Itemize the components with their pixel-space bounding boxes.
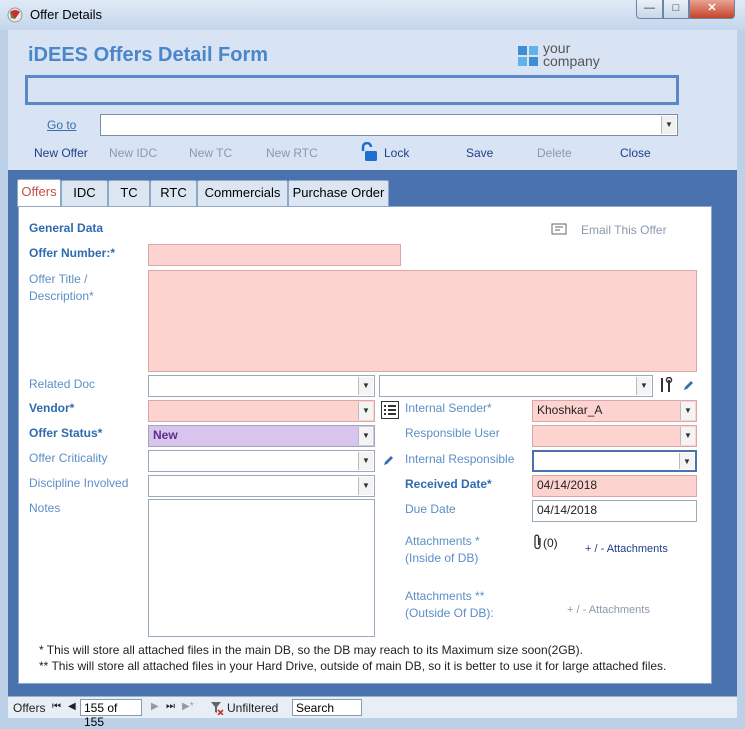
- internal-sender-label: Internal Sender*: [405, 401, 492, 415]
- footnote-1: * This will store all attached files in …: [39, 643, 583, 657]
- vendor-combobox[interactable]: ▼: [148, 400, 375, 422]
- prev-record-icon[interactable]: ◀: [68, 701, 76, 712]
- last-record-icon[interactable]: ⏭: [166, 701, 175, 712]
- related-doc-2-combobox[interactable]: ▼: [379, 375, 653, 397]
- chevron-down-icon[interactable]: ▼: [680, 402, 695, 420]
- due-date-label: Due Date: [405, 502, 456, 516]
- tab-commercials[interactable]: Commercials: [197, 180, 288, 206]
- offer-criticality-combobox[interactable]: ▼: [148, 450, 375, 472]
- discipline-combobox[interactable]: ▼: [148, 475, 375, 497]
- minimize-button[interactable]: —: [636, 0, 663, 19]
- attach-outside-link[interactable]: + / - Attachments: [567, 604, 650, 616]
- related-doc-combobox[interactable]: ▼: [148, 375, 375, 397]
- footnote-2: ** This will store all attached files in…: [39, 659, 667, 673]
- goto-combobox[interactable]: ▼: [100, 114, 678, 136]
- attach-inside-label-2: (Inside of DB): [405, 551, 479, 565]
- offer-number-label: Offer Number:*: [29, 246, 116, 260]
- received-date-label: Received Date*: [405, 477, 492, 491]
- first-record-icon[interactable]: ⏮: [52, 701, 61, 712]
- email-icon[interactable]: [551, 223, 567, 235]
- new-idc-button[interactable]: New IDC: [109, 146, 157, 160]
- general-data-heading: General Data: [29, 221, 104, 235]
- company-logo: your company: [518, 41, 628, 74]
- new-tc-button[interactable]: New TC: [189, 146, 232, 160]
- notes-field[interactable]: [148, 499, 375, 637]
- discipline-label: Discipline Involved: [29, 476, 129, 490]
- form-frame: iDEES Offers Detail Form your company Go …: [8, 30, 737, 718]
- offer-title-label-1: Offer Title /: [29, 272, 88, 286]
- internal-sender-value: Khoshkar_A: [537, 403, 603, 417]
- vendor-label: Vendor*: [29, 401, 75, 415]
- attach-outside-label-1: Attachments **: [405, 589, 485, 603]
- form-title: iDEES Offers Detail Form: [28, 44, 269, 66]
- lock-button[interactable]: Lock: [384, 146, 409, 160]
- received-date-field[interactable]: 04/14/2018: [532, 475, 697, 497]
- save-button[interactable]: Save: [466, 146, 493, 160]
- email-offer-link[interactable]: Email This Offer: [581, 223, 667, 237]
- chevron-down-icon[interactable]: ▼: [358, 377, 373, 395]
- internal-responsible-label: Internal Responsible: [405, 452, 515, 466]
- due-date-field[interactable]: 04/14/2018: [532, 500, 697, 522]
- filter-icon[interactable]: [210, 701, 224, 715]
- pencil-icon[interactable]: [683, 379, 695, 391]
- attach-inside-link[interactable]: + / - Attachments: [585, 543, 668, 555]
- offer-status-value: New: [153, 428, 178, 442]
- offer-number-field[interactable]: [148, 244, 401, 266]
- notes-label: Notes: [29, 501, 61, 515]
- next-record-icon[interactable]: ▶: [151, 701, 159, 712]
- attach-count: (0): [543, 536, 558, 550]
- chevron-down-icon[interactable]: ▼: [661, 116, 676, 134]
- offer-title-label-2: Description*: [29, 289, 94, 303]
- offer-status-label: Offer Status*: [29, 426, 103, 440]
- internal-responsible-combobox[interactable]: ▼: [532, 450, 697, 472]
- chevron-down-icon[interactable]: ▼: [358, 402, 373, 420]
- tab-purchase-order[interactable]: Purchase Order: [288, 180, 389, 206]
- app-icon: [7, 7, 23, 23]
- offers-panel: General Data Email This Offer Offer Numb…: [18, 206, 712, 684]
- goto-label: Go to: [47, 118, 77, 132]
- form-header: iDEES Offers Detail Form your company Go …: [8, 30, 737, 170]
- chevron-down-icon[interactable]: ▼: [358, 477, 373, 495]
- chevron-down-icon[interactable]: ▼: [680, 427, 695, 445]
- responsible-user-combobox[interactable]: ▼: [532, 425, 697, 447]
- record-navigation-bar: Offers ⏮ ◀ 155 of 155 ▶ ⏭ ▶* Unfiltered …: [8, 696, 737, 729]
- chevron-down-icon[interactable]: ▼: [358, 452, 373, 470]
- new-rtc-button[interactable]: New RTC: [266, 146, 318, 160]
- offer-criticality-label: Offer Criticality: [29, 451, 108, 465]
- attach-outside-label-2: (Outside Of DB):: [405, 606, 494, 620]
- new-record-icon[interactable]: ▶*: [182, 701, 194, 712]
- header-banner-box: [25, 75, 679, 105]
- search-input[interactable]: Search: [292, 699, 362, 716]
- filter-status[interactable]: Unfiltered: [227, 701, 278, 715]
- attach-inside-label-1: Attachments *: [405, 534, 480, 548]
- tab-rtc[interactable]: RTC: [150, 180, 197, 206]
- close-window-button[interactable]: ✕: [689, 0, 735, 19]
- record-label: Offers: [13, 701, 46, 715]
- responsible-user-label: Responsible User: [405, 426, 500, 440]
- record-position-field[interactable]: 155 of 155: [80, 699, 142, 729]
- list-icon[interactable]: [381, 401, 399, 419]
- logo-text-2: company: [543, 53, 600, 69]
- offer-status-combobox[interactable]: New ▼: [148, 425, 375, 447]
- lock-open-icon[interactable]: [360, 142, 378, 162]
- chevron-down-icon[interactable]: ▼: [636, 377, 651, 395]
- pencil-icon[interactable]: [383, 454, 395, 466]
- window-title: Offer Details: [30, 7, 103, 22]
- new-offer-button[interactable]: New Offer: [34, 146, 88, 160]
- maximize-button[interactable]: □: [663, 0, 689, 19]
- paperclip-icon[interactable]: [533, 534, 543, 550]
- internal-sender-combobox[interactable]: Khoshkar_A ▼: [532, 400, 697, 422]
- related-doc-label: Related Doc: [29, 377, 96, 391]
- tab-tc[interactable]: TC: [108, 180, 150, 206]
- tools-icon[interactable]: [659, 377, 673, 393]
- offer-title-field[interactable]: [148, 270, 697, 372]
- tab-idc[interactable]: IDC: [61, 180, 108, 206]
- tab-offers[interactable]: Offers: [17, 179, 61, 207]
- delete-button[interactable]: Delete: [537, 146, 572, 160]
- window-titlebar: Offer Details — □ ✕: [0, 0, 745, 30]
- close-button[interactable]: Close: [620, 146, 651, 160]
- chevron-down-icon[interactable]: ▼: [679, 453, 694, 469]
- chevron-down-icon[interactable]: ▼: [358, 427, 373, 445]
